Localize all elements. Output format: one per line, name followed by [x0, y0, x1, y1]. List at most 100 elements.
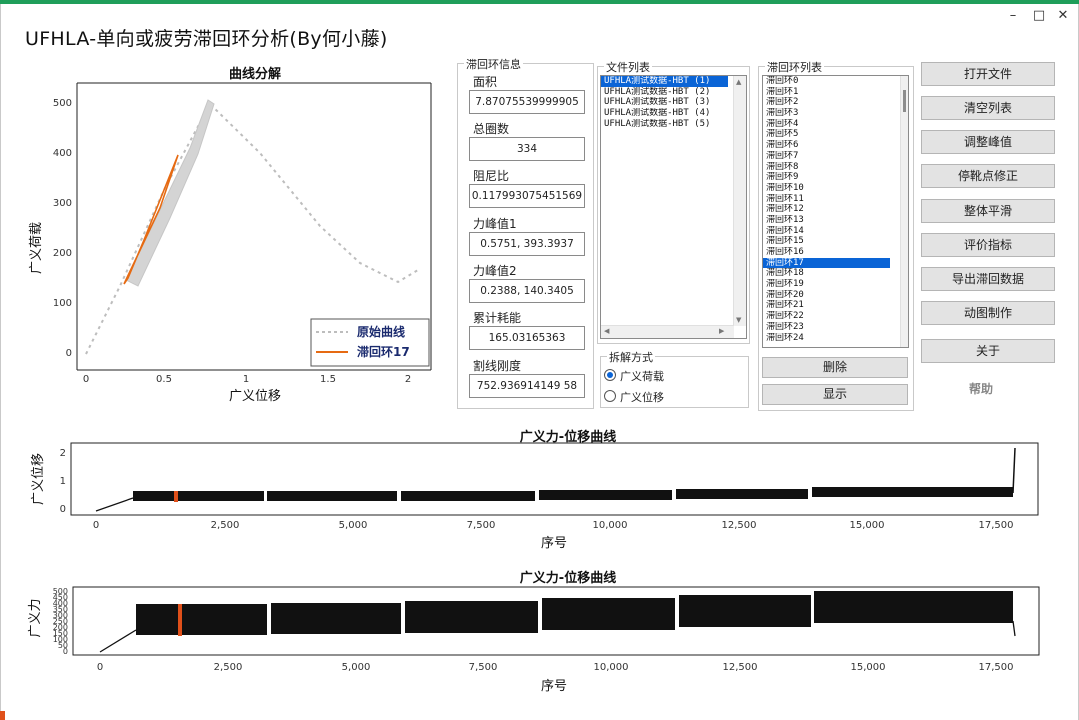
loop-item[interactable]: 滞回环11 — [763, 194, 890, 205]
loop-item[interactable]: 滞回环4 — [763, 119, 890, 130]
loop-item-selected[interactable]: 滞回环17 — [763, 257, 890, 269]
strip1-xtick: 7,500 — [467, 520, 496, 531]
loop-info-title: 滞回环信息 — [464, 56, 523, 72]
strip2-ytick: 500 — [53, 587, 68, 596]
strip1-ytick: 0 — [60, 504, 66, 515]
file-listbox[interactable]: UFHLA测试数据-HBT (1) UFHLA测试数据-HBT (2) UFHL… — [600, 75, 747, 339]
energy-field[interactable]: 165.03165363 — [469, 326, 585, 350]
file-item[interactable]: UFHLA测试数据-HBT (2) — [601, 87, 728, 98]
decomp-xtick: 2 — [405, 374, 411, 385]
about-button[interactable]: 关于 — [921, 339, 1055, 363]
loop-item[interactable]: 滞回环0 — [763, 76, 890, 87]
radio-displacement-label[interactable]: 广义位移 — [620, 389, 664, 405]
loop-item[interactable]: 滞回环12 — [763, 204, 890, 215]
loop-item[interactable]: 滞回环16 — [763, 247, 890, 258]
loop-item[interactable]: 滞回环15 — [763, 236, 890, 247]
strip1-yticks: 0 1 2 — [60, 448, 66, 515]
decomp-ytick: 300 — [53, 198, 72, 209]
loop-item[interactable]: 滞回环22 — [763, 311, 890, 322]
metrics-button[interactable]: 评价指标 — [921, 233, 1055, 257]
strip2-xlabel: 序号 — [541, 679, 567, 694]
loop-item[interactable]: 滞回环5 — [763, 129, 890, 140]
decomp-chart-title: 曲线分解 — [229, 66, 281, 82]
file-list-title: 文件列表 — [604, 59, 652, 75]
peak1-field[interactable]: 0.5751, 393.3937 — [469, 232, 585, 256]
strip2-signal — [99, 591, 1016, 653]
window-title: UFHLA-单向或疲劳滞回环分析(By何小藤) — [25, 28, 388, 50]
original-loop-band — [125, 99, 215, 287]
decomp-ytick: 400 — [53, 148, 72, 159]
energy-label: 累计耗能 — [473, 311, 522, 325]
loop-item[interactable]: 滞回环24 — [763, 333, 890, 344]
loop-item[interactable]: 滞回环8 — [763, 162, 890, 173]
file-list-hscroll[interactable]: ◀ ▶ — [601, 325, 734, 338]
show-button[interactable]: 显示 — [762, 384, 908, 405]
correct-point-button[interactable]: 停靴点修正 — [921, 164, 1055, 188]
decomp-mode-title: 拆解方式 — [607, 349, 655, 365]
scroll-right-icon[interactable]: ▶ — [719, 327, 724, 335]
loop-item[interactable]: 滞回环20 — [763, 290, 890, 301]
displacement-strip-chart: 广义力-位移曲线 广义位移 序号 0 1 2 0 2,500 5,000 7,5… — [31, 429, 1039, 551]
loop-item[interactable]: 滞回环3 — [763, 108, 890, 119]
cycles-label: 总圈数 — [473, 122, 510, 136]
loop-list-title: 滞回环列表 — [765, 59, 824, 75]
file-item[interactable]: UFHLA测试数据-HBT (4) — [601, 108, 728, 119]
close-icon[interactable]: ✕ — [1056, 8, 1070, 23]
adjust-peak-button[interactable]: 调整峰值 — [921, 130, 1055, 154]
delete-button[interactable]: 删除 — [762, 357, 908, 378]
scroll-up-icon[interactable]: ▲ — [736, 78, 741, 86]
export-button[interactable]: 导出滞回数据 — [921, 267, 1055, 291]
clear-list-button[interactable]: 清空列表 — [921, 96, 1055, 120]
strip1-xtick: 17,500 — [979, 520, 1014, 531]
decomp-ytick: 0 — [66, 348, 72, 359]
file-item[interactable]: UFHLA测试数据-HBT (5) — [601, 119, 728, 130]
strip2-yticks: 0 50 100 150 200 250 300 350 400 450 500 — [53, 587, 68, 656]
loop-list-scroll-thumb[interactable] — [903, 90, 906, 112]
loop-listbox[interactable]: 滞回环0 滞回环1 滞回环2 滞回环3 滞回环4 滞回环5 滞回环6 滞回环7 … — [762, 75, 909, 348]
strip2-xtick: 15,000 — [851, 662, 886, 673]
strip2-xtick: 5,000 — [342, 662, 371, 673]
decomp-chart: 曲线分解 广义荷载 广义位移 0 100 200 300 400 500 0 0… — [29, 66, 432, 404]
help-link[interactable]: 帮助 — [969, 380, 993, 397]
area-label: 面积 — [473, 75, 498, 89]
strip1-signal — [95, 447, 1016, 512]
loop-item[interactable]: 滞回环23 — [763, 322, 890, 333]
loop-item[interactable]: 滞回环6 — [763, 140, 890, 151]
radio-load[interactable] — [604, 369, 616, 381]
animation-button[interactable]: 动图制作 — [921, 301, 1055, 325]
decomp-xtick: 1.5 — [320, 374, 336, 385]
cycles-field[interactable]: 334 — [469, 137, 585, 161]
loop-item[interactable]: 滞回环14 — [763, 226, 890, 237]
strip2-xtick: 10,000 — [594, 662, 629, 673]
loop-list-vscroll[interactable] — [900, 76, 908, 347]
scroll-left-icon[interactable]: ◀ — [604, 327, 609, 335]
scroll-down-icon[interactable]: ▼ — [736, 316, 741, 324]
loop-item[interactable]: 滞回环9 — [763, 172, 890, 183]
area-field[interactable]: 7.87075539999905 — [469, 90, 585, 114]
strip2-xtick: 12,500 — [723, 662, 758, 673]
strip1-xlabel: 序号 — [541, 536, 567, 551]
strip2-title: 广义力-位移曲线 — [520, 570, 616, 586]
damping-field[interactable]: 0.117993075451569 — [469, 184, 585, 208]
strip1-ytick: 2 — [60, 448, 66, 459]
file-item[interactable]: UFHLA测试数据-HBT (1) — [601, 76, 728, 87]
loop-item[interactable]: 滞回环19 — [763, 279, 890, 290]
peak2-field[interactable]: 0.2388, 140.3405 — [469, 279, 585, 303]
strip1-loop17-highlight — [174, 491, 178, 502]
loop-item[interactable]: 滞回环13 — [763, 215, 890, 226]
loop-item[interactable]: 滞回环10 — [763, 183, 890, 194]
loop-item[interactable]: 滞回环2 — [763, 97, 890, 108]
stiffness-field[interactable]: 752.936914149 58 — [469, 374, 585, 398]
radio-displacement[interactable] — [604, 390, 616, 402]
file-list-vscroll[interactable]: ▲ ▼ — [733, 76, 746, 326]
loop-item[interactable]: 滞回环21 — [763, 300, 890, 311]
file-item[interactable]: UFHLA测试数据-HBT (3) — [601, 97, 728, 108]
radio-load-label[interactable]: 广义荷载 — [620, 368, 664, 384]
minimize-icon[interactable]: – — [1006, 8, 1020, 23]
open-file-button[interactable]: 打开文件 — [921, 62, 1055, 86]
smooth-button[interactable]: 整体平滑 — [921, 199, 1055, 223]
loop-item[interactable]: 滞回环7 — [763, 151, 890, 162]
loop-item[interactable]: 滞回环1 — [763, 87, 890, 98]
maximize-icon[interactable]: □ — [1032, 8, 1046, 23]
loop-item[interactable]: 滞回环18 — [763, 268, 890, 279]
